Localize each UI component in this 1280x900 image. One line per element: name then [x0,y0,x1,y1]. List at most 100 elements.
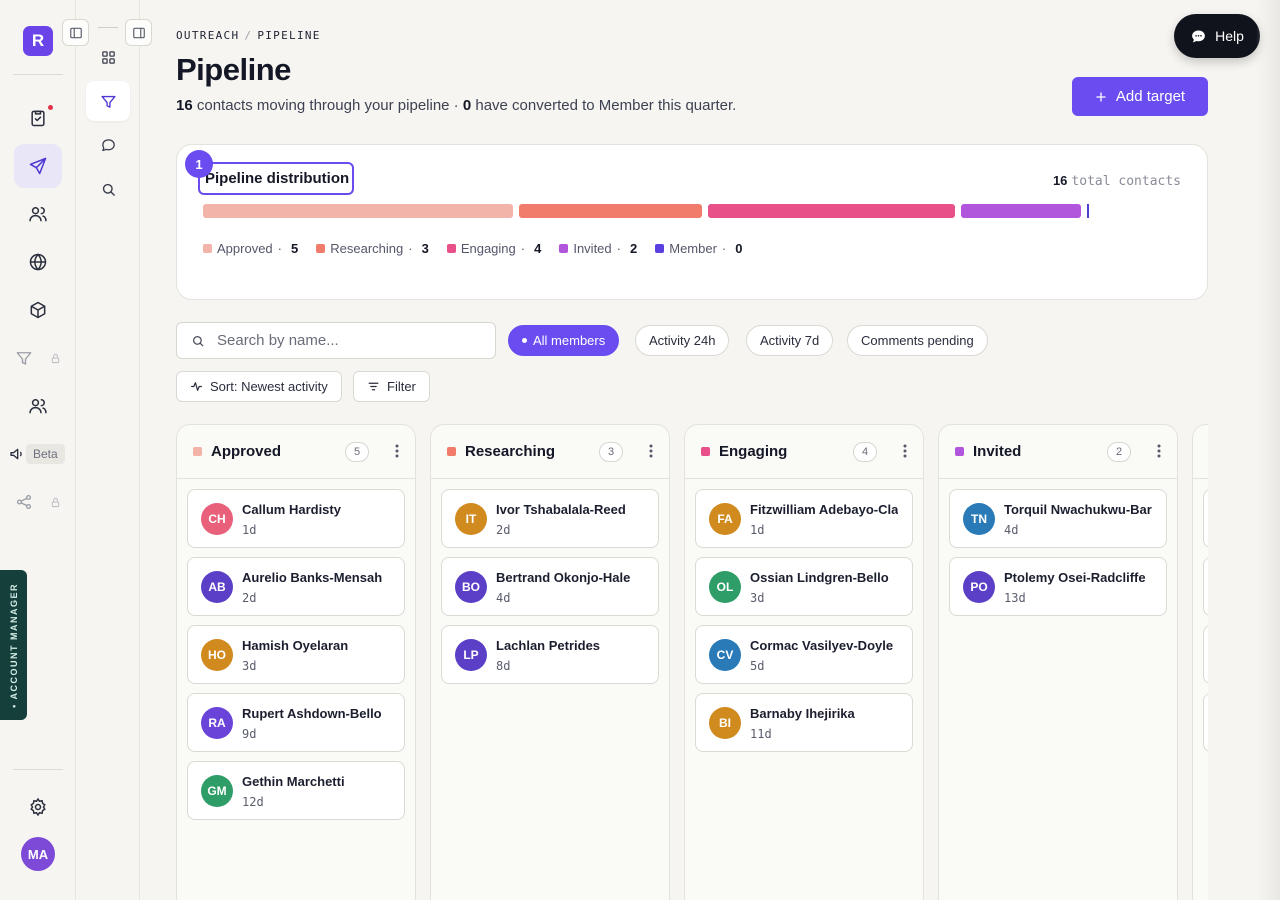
contact-name: Hamish Oyelaran [242,638,349,653]
contact-card[interactable] [1203,693,1208,752]
legend-item-engaging: Engaging · 4 [446,241,542,256]
contact-name: Gethin Marchetti [242,774,345,789]
column-title: Engaging [719,443,788,460]
filter-lines-icon [368,382,379,391]
kanban-column-approved: Approved 5 CH Callum Hardisty 1d AB Aurelio Ba… [176,424,416,900]
help-label: Help [1215,28,1244,44]
nav-share-button-locked[interactable] [0,480,48,524]
legend-item-researching: Researching · 3 [316,241,429,256]
gear-icon [30,797,46,817]
contact-card[interactable]: PO Ptolemy Osei-Radcliffe 13d [949,557,1167,616]
chip-label: Activity 24h [649,333,716,348]
team-icon [29,399,47,414]
legend-swatch [559,244,569,253]
column-menu-button[interactable] [649,444,653,458]
chip-activity-7d[interactable]: Activity 7d [746,325,834,356]
contact-card[interactable] [1203,557,1208,616]
breadcrumb-parent-link[interactable]: OUTREACH [176,29,239,42]
nav-tasks-button[interactable] [14,96,62,140]
box-icon [30,301,46,319]
contact-name: Fitzwilliam Adebayo-Clarke [750,502,898,517]
distribution-bar [203,204,1089,218]
distribution-segment-invited[interactable] [961,204,1081,218]
contact-card[interactable]: BO Bertrand Okonjo-Hale 4d [441,557,659,616]
subnav-pipeline-button[interactable] [86,81,130,121]
contact-card[interactable]: IT Ivor Tshabalala-Reed 2d [441,489,659,548]
contact-last-activity: 5d [750,659,765,673]
contact-last-activity: 12d [242,795,264,809]
collapse-sidebar-button[interactable] [62,19,89,46]
kanban-column-researching: Researching 3 IT Ivor Tshabalala-Reed 2d BO Be… [430,424,670,900]
help-button[interactable]: Help [1174,14,1260,58]
contact-name: Ossian Lindgren-Bello [750,570,889,585]
chip-label: Activity 7d [760,333,820,348]
legend-separator: · [408,241,413,256]
active-dot [522,338,527,343]
total-contacts-label: total contacts [1071,174,1181,189]
chip-all-members[interactable]: All members [508,325,620,356]
distribution-segment-engaging[interactable] [708,204,955,218]
add-target-button[interactable]: Add target [1072,77,1208,116]
column-menu-button[interactable] [395,444,399,458]
contact-card[interactable]: AB Aurelio Banks-Mensah 2d [187,557,405,616]
contact-card[interactable] [1203,489,1208,548]
nav-globe-button[interactable] [14,240,62,284]
contact-card[interactable]: GM Gethin Marchetti 12d [187,761,405,820]
contact-card[interactable]: RA Rupert Ashdown-Bello 9d [187,693,405,752]
workspace-logo[interactable]: R [23,26,53,56]
contact-avatar: LP [455,639,487,671]
nav-box-button[interactable] [14,288,62,332]
search-icon [192,335,204,346]
subnav-divider [98,27,118,28]
contact-card[interactable]: TN Torquil Nwachukwu-Barnes 4d [949,489,1167,548]
notification-dot [48,105,53,110]
search-icon [102,183,115,196]
chip-comments-pending[interactable]: Comments pending [847,325,988,356]
contact-avatar: PO [963,571,995,603]
column-menu-button[interactable] [903,444,907,458]
nav-funnel-button-locked[interactable] [0,336,48,380]
legend-item-member: Member · 0 [655,241,743,256]
column-count-badge: 5 [345,442,369,462]
contact-last-activity: 3d [750,591,765,605]
contact-card[interactable]: CH Callum Hardisty 1d [187,489,405,548]
sort-button[interactable]: Sort: Newest activity [176,371,342,402]
column-title: Invited [973,443,1022,460]
subnav-messages-button[interactable] [86,125,130,165]
contact-last-activity: 1d [242,523,257,537]
contact-card[interactable]: FA Fitzwilliam Adebayo-Clarke 1d [695,489,913,548]
search-input[interactable] [217,332,477,349]
legend-count: 4 [534,241,542,256]
distribution-segment-approved[interactable] [203,204,513,218]
settings-button[interactable] [14,785,62,829]
kanban-column-invited: Invited 2 TN Torquil Nwachukwu-Barnes 4d PO Pt… [938,424,1178,900]
contact-card[interactable] [1203,625,1208,684]
send-icon [29,157,47,175]
column-color-dot [955,447,964,456]
chip-activity-24h[interactable]: Activity 24h [635,325,730,356]
distribution-segment-researching[interactable] [519,204,702,218]
contact-card[interactable]: OL Ossian Lindgren-Bello 3d [695,557,913,616]
account-manager-tab[interactable]: • ACCOUNT MANAGER [0,570,27,720]
legend-label: Approved [217,241,273,256]
nav-team-button[interactable] [14,384,62,428]
nav-outreach-button[interactable] [14,144,62,188]
nav-people-button[interactable] [14,192,62,236]
contact-last-activity: 11d [750,727,772,741]
contact-card[interactable]: HO Hamish Oyelaran 3d [187,625,405,684]
user-avatar[interactable]: MA [21,837,55,871]
column-menu-button[interactable] [1157,444,1161,458]
column-header [1193,425,1208,479]
filter-button[interactable]: Filter [353,371,430,402]
page-title: Pipeline [176,52,291,87]
contact-card[interactable]: CV Cormac Vasilyev-Doyle 5d [695,625,913,684]
search-box[interactable] [176,322,496,359]
contact-card[interactable]: BI Barnaby Ihejirika 11d [695,693,913,752]
contact-name: Callum Hardisty [242,502,341,517]
contact-card[interactable]: LP Lachlan Petrides 8d [441,625,659,684]
account-manager-label: • ACCOUNT MANAGER [8,582,19,708]
kanban-column-engaging: Engaging 4 FA Fitzwilliam Adebayo-Clarke 1d O… [684,424,924,900]
contact-last-activity: 2d [496,523,511,537]
subnav-dashboard-button[interactable] [86,37,130,77]
subnav-search-button[interactable] [86,169,130,209]
